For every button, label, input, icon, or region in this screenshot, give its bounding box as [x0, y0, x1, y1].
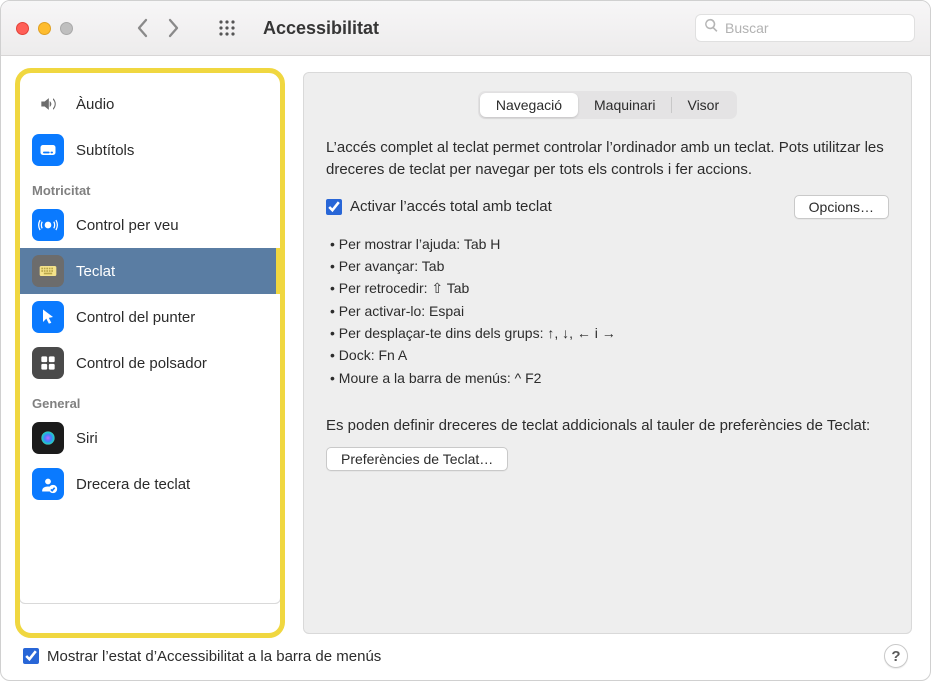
show-all-button[interactable]	[213, 15, 241, 41]
pointer-icon	[32, 301, 64, 333]
sidebar-item-label: Control de polsador	[76, 355, 207, 372]
sidebar-item-label: Subtítols	[76, 142, 134, 159]
window-controls	[16, 22, 73, 35]
sidebar[interactable]: Àudio Subtítols Motricitat Control per veu T…	[19, 72, 281, 604]
forward-button[interactable]	[159, 15, 189, 41]
menubar-status-checkbox[interactable]	[23, 648, 39, 664]
tab-nav[interactable]: Navegació	[480, 93, 578, 117]
page-title: Accessibilitat	[263, 18, 379, 39]
sidebar-item-keyboard[interactable]: Teclat	[20, 248, 280, 294]
nav-arrows-group	[127, 15, 189, 41]
full-keyboard-access-label[interactable]: Activar l’accés total amb teclat	[350, 198, 786, 215]
speaker-icon	[32, 88, 64, 120]
sidebar-item-pointer[interactable]: Control del punter	[20, 294, 280, 340]
options-button[interactable]: Opcions…	[794, 195, 889, 219]
sidebar-item-siri[interactable]: Siri	[20, 415, 280, 461]
body: Àudio Subtítols Motricitat Control per veu T…	[1, 56, 930, 680]
sidebar-section: Motricitat	[20, 173, 280, 202]
tab-hw[interactable]: Maquinari	[578, 93, 671, 117]
tab-bar: NavegacióMaquinariVisor	[478, 91, 737, 119]
footer: Mostrar l’estat d’Accessibilitat a la ba…	[19, 634, 912, 670]
description-text: L’accés complet al teclat permet control…	[326, 137, 889, 181]
sidebar-item-label: Teclat	[76, 263, 115, 280]
preferences-window: Accessibilitat Àudio Subtítols Motricitat C…	[0, 0, 931, 681]
shortcut-icon	[32, 468, 64, 500]
search-input[interactable]	[725, 20, 906, 36]
cc-icon	[32, 134, 64, 166]
back-button[interactable]	[127, 15, 157, 41]
switch-icon	[32, 347, 64, 379]
shortcut-hint: Per avançar: Tab	[330, 255, 889, 277]
sub-description-text: Es poden definir dreceres de teclat addi…	[326, 415, 889, 437]
sidebar-item-subtitles[interactable]: Subtítols	[20, 127, 280, 173]
full-keyboard-access-checkbox[interactable]	[326, 199, 342, 215]
shortcut-hint: Per desplaçar-te dins dels grups: ↑, ↓, …	[330, 322, 889, 344]
sidebar-item-label: Control del punter	[76, 309, 195, 326]
sidebar-item-voice-control[interactable]: Control per veu	[20, 202, 280, 248]
search-field[interactable]	[695, 14, 915, 42]
shortcut-hint: Per retrocedir: ⇧ Tab	[330, 277, 889, 299]
sidebar-item-switch[interactable]: Control de polsador	[20, 340, 280, 386]
zoom-button	[60, 22, 73, 35]
content-pane: NavegacióMaquinariVisor L’accés complet …	[303, 72, 912, 634]
sidebar-item-shortcut[interactable]: Drecera de teclat	[20, 461, 280, 507]
toolbar: Accessibilitat	[1, 1, 930, 56]
sidebar-item-label: Control per veu	[76, 217, 179, 234]
shortcuts-list: Per mostrar l’ajuda: Tab HPer avançar: T…	[330, 233, 889, 390]
shortcut-hint: Per mostrar l’ajuda: Tab H	[330, 233, 889, 255]
shortcut-hint: Per activar-lo: Espai	[330, 300, 889, 322]
menubar-status-label[interactable]: Mostrar l’estat d’Accessibilitat a la ba…	[47, 648, 876, 665]
voice-icon	[32, 209, 64, 241]
sidebar-section: General	[20, 386, 280, 415]
sidebar-item-label: Siri	[76, 430, 98, 447]
search-icon	[704, 18, 719, 38]
minimize-button[interactable]	[38, 22, 51, 35]
siri-icon	[32, 422, 64, 454]
close-button[interactable]	[16, 22, 29, 35]
tab-visor[interactable]: Visor	[671, 93, 735, 117]
keyboard-preferences-button[interactable]: Preferències de Teclat…	[326, 447, 508, 471]
shortcut-hint: Moure a la barra de menús: ^ F2	[330, 367, 889, 389]
keyboard-icon	[32, 255, 64, 287]
shortcut-hint: Dock: Fn A	[330, 344, 889, 366]
full-keyboard-access-row: Activar l’accés total amb teclat Opcions…	[326, 195, 889, 219]
sidebar-item-audio[interactable]: Àudio	[20, 81, 280, 127]
help-button[interactable]: ?	[884, 644, 908, 668]
sidebar-item-label: Àudio	[76, 96, 114, 113]
sidebar-item-label: Drecera de teclat	[76, 476, 190, 493]
